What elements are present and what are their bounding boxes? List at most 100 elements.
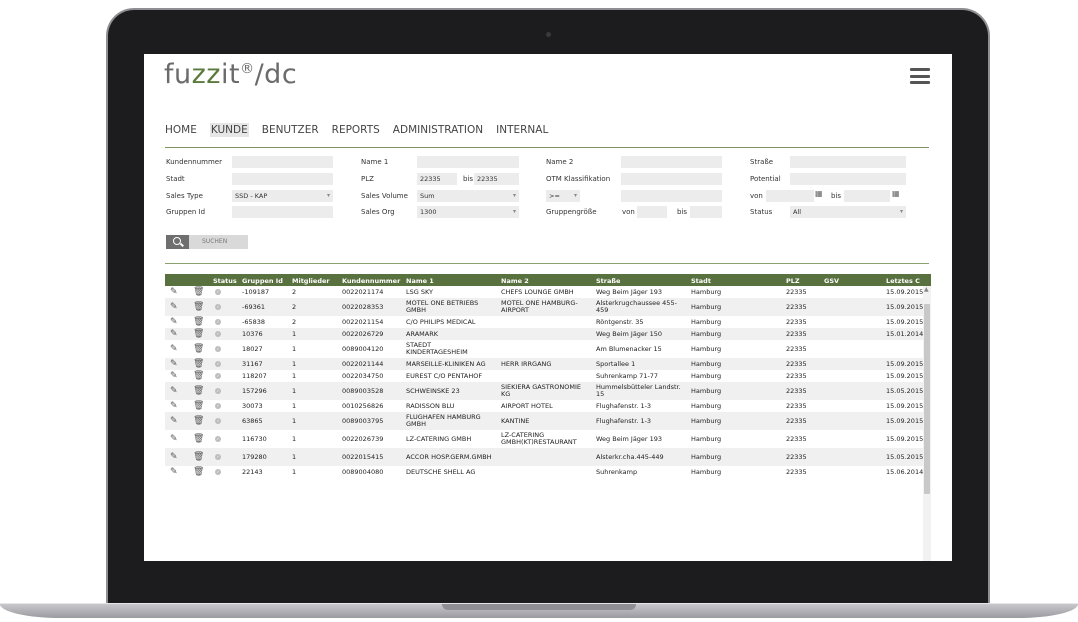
edit-icon[interactable]: ✎ — [170, 344, 178, 354]
status-check-icon[interactable]: ✓ — [215, 418, 221, 424]
edit-icon[interactable]: ✎ — [170, 452, 178, 462]
trash-icon[interactable]: 🗑 — [193, 359, 204, 369]
status-check-icon[interactable]: ✓ — [215, 454, 221, 460]
cell-name2: SIEKIERA GASTRONOMIE KG — [501, 382, 582, 398]
status-check-icon[interactable]: ✓ — [215, 403, 221, 409]
potential-input[interactable] — [790, 173, 906, 185]
table-row[interactable]: ✎ 🗑 ✓ 31167 1 0022021144 MARSEILLE-KLINIKEN AG… — [165, 358, 923, 370]
trash-icon[interactable]: 🗑 — [193, 452, 204, 462]
nav-home[interactable]: HOME — [165, 124, 197, 136]
edit-icon[interactable]: ✎ — [170, 359, 178, 369]
salesvolume-select[interactable]: Sum — [417, 190, 519, 202]
th-name1[interactable]: Name 1 — [406, 277, 434, 285]
status-check-icon[interactable]: ✓ — [215, 331, 221, 337]
th-gsv[interactable]: GSV — [824, 277, 839, 285]
salestype-select[interactable]: SSD - KAP — [232, 190, 333, 202]
table-row[interactable]: ✎ 🗑 ✓ -69361 2 0022028353 MOTEL ONE BETRIEBS G… — [165, 298, 923, 316]
edit-icon[interactable]: ✎ — [170, 467, 178, 477]
scroll-thumb[interactable] — [924, 304, 930, 494]
edit-icon[interactable]: ✎ — [170, 371, 178, 381]
gruppenid-input[interactable] — [232, 206, 333, 218]
th-stadt[interactable]: Stadt — [691, 277, 711, 285]
th-status[interactable]: Status — [213, 277, 237, 285]
search-button[interactable]: SUCHEN — [166, 235, 248, 249]
edit-icon[interactable]: ✎ — [170, 317, 178, 327]
nav-reports[interactable]: REPORTS — [332, 124, 380, 136]
nav-benutzer[interactable]: BENUTZER — [262, 124, 319, 136]
compare-select[interactable]: >= — [546, 190, 580, 202]
plz-from-input[interactable]: 22335 — [417, 173, 457, 185]
table-row[interactable]: ✎ 🗑 ✓ 22143 1 0089004080 DEUTSCHE SHELL AG Suhr… — [165, 466, 923, 478]
name1-input[interactable] — [417, 156, 519, 168]
trash-icon[interactable]: 🗑 — [193, 344, 204, 354]
th-name2[interactable]: Name 2 — [501, 277, 529, 285]
trash-icon[interactable]: 🗑 — [193, 416, 204, 426]
trash-icon[interactable]: 🗑 — [193, 467, 204, 477]
table-row[interactable]: ✎ 🗑 ✓ 157296 1 0089003528 SCHWEINSKE 23 SIEKIER… — [165, 382, 923, 400]
salesorg-select[interactable]: 1300 — [417, 206, 519, 218]
trash-icon[interactable]: 🗑 — [193, 302, 204, 312]
th-mitglieder[interactable]: Mitglieder — [292, 277, 330, 285]
status-check-icon[interactable]: ✓ — [215, 361, 221, 367]
potential-bis-input[interactable] — [844, 190, 890, 202]
trash-icon[interactable]: 🗑 — [193, 371, 204, 381]
strasse-input[interactable] — [790, 156, 906, 168]
hamburger-menu-icon[interactable] — [910, 68, 930, 84]
th-plz[interactable]: PLZ — [786, 277, 800, 285]
gruppengroesse-von-input[interactable] — [637, 206, 667, 218]
status-check-icon[interactable]: ✓ — [215, 346, 221, 352]
stadt-input[interactable] — [232, 173, 333, 185]
th-letztes[interactable]: Letztes C — [886, 277, 920, 285]
table-row[interactable]: ✎ 🗑 ✓ 118207 1 0022034750 EUREST C/O PENTAHOF S… — [165, 370, 923, 382]
table-row[interactable]: ✎ 🗑 ✓ -109187 2 0022021174 LSG SKY CHEFS LOUNGE… — [165, 286, 923, 298]
table-row[interactable]: ✎ 🗑 ✓ 179280 1 0022015415 ACCOR HOSP.GERM.GMBH… — [165, 448, 923, 466]
status-check-icon[interactable]: ✓ — [215, 388, 221, 394]
nav-administration[interactable]: ADMINISTRATION — [393, 124, 483, 136]
trash-icon[interactable]: 🗑 — [193, 329, 204, 339]
laptop-notch — [442, 604, 636, 610]
trash-icon[interactable]: 🗑 — [193, 401, 204, 411]
edit-icon[interactable]: ✎ — [170, 401, 178, 411]
status-check-icon[interactable]: ✓ — [215, 319, 221, 325]
plz-to-input[interactable]: 22335 — [474, 173, 519, 185]
status-check-icon[interactable]: ✓ — [215, 373, 221, 379]
edit-icon[interactable]: ✎ — [170, 434, 178, 444]
scroll-up-icon[interactable]: ▲ — [924, 286, 929, 293]
gruppengroesse-bis-input[interactable] — [690, 206, 722, 218]
status-select[interactable]: All — [790, 206, 906, 218]
nav-internal[interactable]: INTERNAL — [496, 124, 548, 136]
edit-icon[interactable]: ✎ — [170, 302, 178, 312]
edit-icon[interactable]: ✎ — [170, 287, 178, 297]
th-kundennummer[interactable]: Kundennummer — [342, 277, 400, 285]
status-check-icon[interactable]: ✓ — [215, 304, 221, 310]
nav-kunde[interactable]: KUNDE — [209, 123, 249, 137]
trash-icon[interactable]: 🗑 — [193, 287, 204, 297]
th-strasse[interactable]: Straße — [596, 277, 620, 285]
calendar-icon[interactable]: ▦ — [815, 189, 823, 198]
status-check-icon[interactable]: ✓ — [215, 469, 221, 475]
kundennummer-input[interactable] — [232, 156, 333, 168]
trash-icon[interactable]: 🗑 — [193, 434, 204, 444]
table-row[interactable]: ✎ 🗑 ✓ 116730 1 0022026739 LZ-CATERING GMBH LZ-C… — [165, 430, 923, 448]
table-row[interactable]: ✎ 🗑 ✓ 18027 1 0089004120 STAEDT KINDERTAGESHEI… — [165, 340, 923, 358]
th-gruppen-id[interactable]: Gruppen Id — [242, 277, 283, 285]
cell-strasse: Weg Beim Jäger 150 — [596, 329, 663, 338]
table-row[interactable]: ✎ 🗑 ✓ 63865 1 0089003795 FLUGHAFEN HAMBURG GMB… — [165, 412, 923, 430]
table-row[interactable]: ✎ 🗑 ✓ 10376 1 0022026729 ARAMARK Weg Beim Jäger… — [165, 328, 923, 340]
trash-icon[interactable]: 🗑 — [193, 386, 204, 396]
status-check-icon[interactable]: ✓ — [215, 436, 221, 442]
otm-value-input[interactable] — [621, 190, 722, 202]
table-scrollbar[interactable]: ▲ — [923, 286, 931, 561]
edit-icon[interactable]: ✎ — [170, 416, 178, 426]
name2-input[interactable] — [621, 156, 722, 168]
table-row[interactable]: ✎ 🗑 ✓ 30073 1 0010256826 RADISSON BLU AIRPORT H… — [165, 400, 923, 412]
table-row[interactable]: ✎ 🗑 ✓ -65838 2 0022021154 C/O PHILIPS MEDICAL R… — [165, 316, 923, 328]
edit-icon[interactable]: ✎ — [170, 329, 178, 339]
calendar-icon[interactable]: ▦ — [892, 189, 900, 198]
trash-icon[interactable]: 🗑 — [193, 317, 204, 327]
edit-icon[interactable]: ✎ — [170, 386, 178, 396]
potential-von-input[interactable] — [766, 190, 814, 202]
otm-input[interactable] — [621, 173, 722, 185]
status-check-icon[interactable]: ✓ — [215, 289, 221, 295]
cell-letztes: 15.09.2015 — [886, 434, 924, 443]
